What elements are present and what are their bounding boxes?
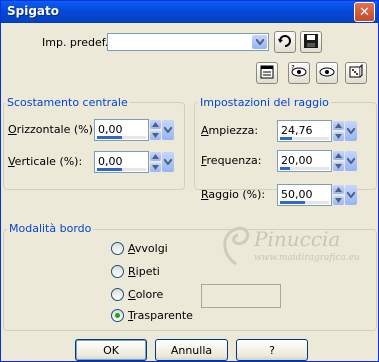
reset-icon <box>277 33 293 52</box>
help-button[interactable]: ? <box>236 339 308 361</box>
arrow-down-icon[interactable] <box>333 132 344 141</box>
preview-window-button[interactable] <box>256 62 278 84</box>
radio-avvolgi[interactable]: Avvolgi <box>111 242 168 255</box>
radio-colore[interactable]: Colore <box>111 288 163 301</box>
preset-dropdown[interactable] <box>107 33 269 51</box>
frequency-stepper[interactable] <box>333 151 344 171</box>
arrow-up-icon[interactable] <box>333 151 344 160</box>
horizontal-level-bar <box>97 136 146 139</box>
radio-circle[interactable] <box>111 265 124 278</box>
eye-icon <box>318 64 336 83</box>
chevron-down-icon[interactable] <box>345 121 357 141</box>
offset-group <box>3 102 185 190</box>
radio-circle[interactable] <box>111 242 124 255</box>
chevron-down-icon[interactable] <box>345 185 357 205</box>
vertical-label: Verticale (%): <box>8 155 83 168</box>
radio-ripeti[interactable]: Ripeti <box>111 265 160 278</box>
radius-spinbox[interactable]: 50,00 <box>277 184 357 206</box>
radio-ripeti-label: Ripeti <box>128 265 160 278</box>
horizontal-value: 0,00 <box>98 123 123 136</box>
chevron-down-icon[interactable] <box>345 151 357 171</box>
offset-group-title: Scostamento centrale <box>5 96 130 109</box>
frequency-value: 20,00 <box>281 154 313 167</box>
chevron-down-icon[interactable] <box>162 152 174 172</box>
radio-avvolgi-label: Avvolgi <box>128 242 168 255</box>
cancel-button[interactable]: Annulla <box>155 339 228 361</box>
frequency-level-fill <box>280 167 290 170</box>
arrow-up-icon[interactable] <box>333 121 344 130</box>
radio-trasparente[interactable]: Trasparente <box>111 309 193 322</box>
frequency-spinbox[interactable]: 20,00 <box>277 150 357 172</box>
vertical-level-fill <box>97 168 122 171</box>
arrow-down-icon[interactable] <box>150 131 161 140</box>
amplitude-input[interactable]: 24,76 <box>277 120 332 142</box>
ok-button-label: OK <box>103 343 119 357</box>
reset-preset-button[interactable] <box>274 31 296 53</box>
ray-group-title: Impostazioni del raggio <box>198 96 331 109</box>
watermark-url: www.maidiragrafica.eu <box>254 253 360 263</box>
radio-trasparente-label: Trasparente <box>128 309 193 322</box>
vertical-value: 0,00 <box>98 155 123 168</box>
dialog-window: Spigato ✕ Imp. predef.: ? Scostamento ce… <box>0 0 379 362</box>
arrow-down-icon[interactable] <box>333 162 344 171</box>
radius-value: 50,00 <box>281 188 313 201</box>
save-preset-button[interactable] <box>300 31 322 53</box>
radio-circle[interactable] <box>111 288 124 301</box>
eye-question-icon: ? <box>290 64 308 83</box>
window-icon <box>259 64 275 83</box>
vertical-input[interactable]: 0,00 <box>94 151 149 173</box>
title-bar[interactable]: Spigato ✕ <box>1 1 378 23</box>
amplitude-value: 24,76 <box>281 124 313 137</box>
frequency-input[interactable]: 20,00 <box>277 150 332 172</box>
horizontal-label: Orizzontale (%): <box>8 123 97 136</box>
arrow-up-icon[interactable] <box>150 152 161 161</box>
ray-group <box>194 102 377 190</box>
amplitude-level-bar <box>280 137 329 140</box>
horizontal-spinbox[interactable]: 0,00 <box>94 119 174 141</box>
vertical-spinbox[interactable]: 0,00 <box>94 151 174 173</box>
radio-circle-checked[interactable] <box>111 309 124 322</box>
chevron-down-icon[interactable] <box>252 35 267 49</box>
proof-button[interactable]: ? <box>288 62 310 84</box>
frequency-level-bar <box>280 167 329 170</box>
watermark-name: Pinuccia <box>254 227 341 251</box>
edge-color-swatch[interactable] <box>201 284 281 308</box>
edge-mode-group-title: Modalità bordo <box>7 222 94 235</box>
horizontal-level-fill <box>97 136 122 139</box>
horizontal-stepper[interactable] <box>150 120 161 140</box>
radius-input[interactable]: 50,00 <box>277 184 332 206</box>
chevron-down-icon[interactable] <box>162 120 174 140</box>
cancel-button-label: Annulla <box>170 343 213 357</box>
svg-text:?: ? <box>291 64 295 72</box>
arrow-up-icon[interactable] <box>150 120 161 129</box>
horizontal-input[interactable]: 0,00 <box>94 119 149 141</box>
vertical-level-bar <box>97 168 146 171</box>
watermark: Pinuccia www.maidiragrafica.eu <box>216 219 366 279</box>
arrow-up-icon[interactable] <box>333 185 344 194</box>
preset-label: Imp. predef.: <box>42 36 112 49</box>
amplitude-spinbox[interactable]: 24,76 <box>277 120 357 142</box>
radius-level-bar <box>280 201 329 204</box>
help-button-label: ? <box>269 343 275 357</box>
amplitude-label: Ampiezza: <box>201 124 259 137</box>
vertical-stepper[interactable] <box>150 152 161 172</box>
ok-button[interactable]: OK <box>75 339 147 361</box>
radius-label: Raggio (%): <box>201 188 266 201</box>
auto-proof-button[interactable] <box>316 62 338 84</box>
floppy-disk-icon <box>303 33 319 52</box>
close-button[interactable]: ✕ <box>354 2 375 22</box>
randomize-button[interactable] <box>345 62 367 84</box>
dice-icon <box>348 63 364 83</box>
amplitude-level-fill <box>280 137 293 140</box>
radius-level-fill <box>280 201 305 204</box>
frequency-label: Frequenza: <box>201 154 262 167</box>
window-title: Spigato <box>7 4 60 18</box>
radius-stepper[interactable] <box>333 185 344 205</box>
radio-colore-label: Colore <box>128 288 164 301</box>
close-icon: ✕ <box>359 4 370 20</box>
arrow-down-icon[interactable] <box>150 163 161 172</box>
amplitude-stepper[interactable] <box>333 121 344 141</box>
arrow-down-icon[interactable] <box>333 196 344 205</box>
